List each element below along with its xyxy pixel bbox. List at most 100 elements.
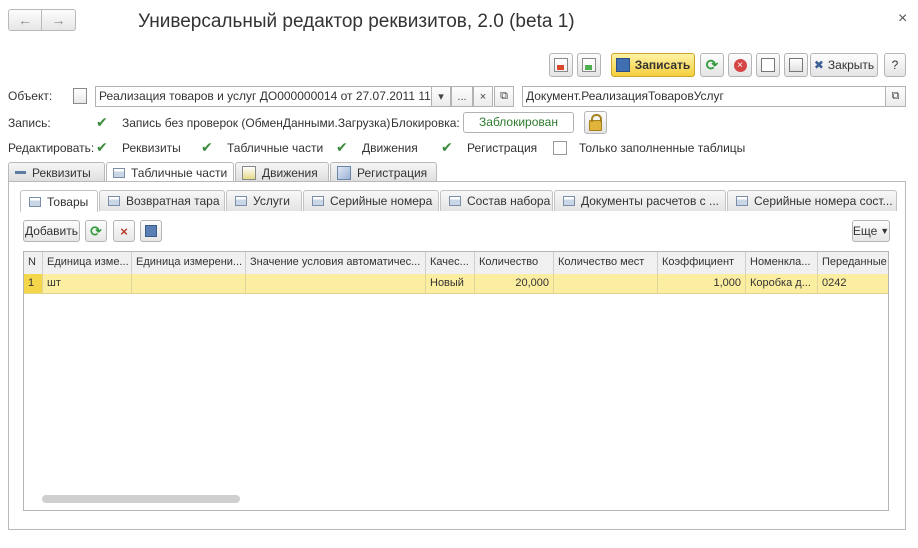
add-row-button[interactable]: Добавить [23,220,80,242]
window-close-icon[interactable]: × [898,10,907,28]
movements-icon [242,165,256,180]
more-button[interactable]: Еще ▼ [852,220,890,242]
document-save-icon [582,58,596,72]
cell-condition-value[interactable] [246,274,426,293]
registration-icon [337,165,351,180]
table-icon [736,196,748,206]
settings-icon [789,58,803,72]
table-icon [563,196,575,206]
edit-tables-label: Табличные части [227,141,324,155]
subtab-serial-numbers[interactable]: Серийные номера [303,190,439,211]
goods-table[interactable]: N Единица изме... Единица измерени... Зн… [23,251,889,511]
tab-requisites[interactable]: Реквизиты [8,162,105,182]
col-coefficient[interactable]: Коэффициент [658,252,746,274]
edit-requisites-checkbox[interactable]: ✔ [96,140,110,154]
cancel-icon: × [733,58,747,72]
table-icon [29,196,41,207]
cell-quantity[interactable]: 20,000 [475,274,554,293]
document-icon [73,88,87,104]
chevron-down-icon: ▾ [438,91,444,103]
window-title: Универсальный редактор реквизитов, 2.0 (… [138,11,575,32]
col-n[interactable]: N [24,252,43,274]
subtab-returnable-packaging[interactable]: Возвратная тара [99,190,225,211]
subtab-services[interactable]: Услуги [226,190,302,211]
object-type-field[interactable]: Документ.РеализацияТоваровУслуг [522,86,886,107]
cell-transferred[interactable]: 0242 [818,274,888,293]
cancel-button[interactable]: × [728,53,752,77]
table-header: N Единица изме... Единица измерени... Зн… [24,252,888,275]
lock-label: Блокировка: [391,116,460,130]
edit-registration-label: Регистрация [467,141,538,155]
close-button[interactable]: ✖ Закрыть [810,53,878,77]
help-button[interactable]: ? [884,53,906,77]
tab-tables[interactable]: Табличные части [106,162,234,183]
refresh-table-button[interactable]: ⟳ [85,220,107,242]
cell-quality[interactable]: Новый [426,274,475,293]
no-checks-checkbox[interactable]: ✔ [96,115,110,129]
cell-coefficient[interactable]: 1,000 [658,274,746,293]
tab-registration[interactable]: Регистрация [330,162,437,182]
chevron-down-icon: ▼ [880,226,890,236]
record-label: Запись: [8,116,51,130]
col-nomenclature[interactable]: Номенкла... [746,252,818,274]
settings-button[interactable] [784,53,808,77]
arrow-left-icon: ← [18,12,32,28]
edit-label: Редактировать: [8,141,95,155]
object-type-open-button[interactable]: ⧉ [885,86,906,107]
cell-unit-measure[interactable] [132,274,246,293]
save-table-button[interactable] [140,220,162,242]
padlock-icon [589,113,602,131]
object-open-button[interactable]: ⧉ [494,86,514,107]
col-transferred[interactable]: Переданные [818,252,888,274]
subtab-kit-composition[interactable]: Состав набора [440,190,553,211]
table-icon [108,196,120,206]
arrow-right-icon: → [51,12,66,28]
load-button[interactable] [549,53,573,77]
cell-unit[interactable]: шт [43,274,132,293]
col-quality[interactable]: Качес... [426,252,475,274]
print-preview-button[interactable] [756,53,780,77]
subtab-goods[interactable]: Товары [20,190,98,212]
save-file-button[interactable] [577,53,601,77]
col-unit[interactable]: Единица изме... [43,252,132,274]
subtab-settlement-documents[interactable]: Документы расчетов с ... [554,190,726,211]
lock-status: Заблокирован [463,112,574,133]
only-filled-label: Только заполненные таблицы [579,141,746,155]
col-places-count[interactable]: Количество мест [554,252,658,274]
open-icon: ⧉ [500,90,508,102]
preview-icon [761,58,775,72]
object-clear-button[interactable]: × [473,86,493,107]
table-row[interactable]: 1 шт Новый 20,000 1,000 Коробка д... 024… [24,274,888,294]
row-number: 1 [24,274,43,293]
lock-button[interactable] [584,111,607,134]
forward-button[interactable]: → [42,9,76,31]
object-dropdown-button[interactable]: ▾ [431,86,451,107]
object-select-button[interactable]: ... [451,86,473,107]
horizontal-scrollbar[interactable] [42,495,240,503]
edit-movements-checkbox[interactable]: ✔ [336,140,350,154]
subtab-serial-numbers-composition[interactable]: Серийные номера сост... [727,190,897,211]
only-filled-checkbox[interactable] [553,141,567,155]
table-icon [449,196,461,206]
edit-requisites-label: Реквизиты [122,141,181,155]
no-checks-label: Запись без проверок (ОбменДанными.Загруз… [122,116,391,130]
write-button[interactable]: Записать [611,53,695,77]
table-icon [312,196,324,206]
edit-tables-checkbox[interactable]: ✔ [201,140,215,154]
refresh-button[interactable]: ⟳ [700,53,724,77]
cell-places-count[interactable] [554,274,658,293]
table-icon [235,196,247,206]
col-condition-value[interactable]: Значение условия автоматичес... [246,252,426,274]
col-quantity[interactable]: Количество [475,252,554,274]
floppy-icon [615,58,630,72]
tab-movements[interactable]: Движения [235,162,329,182]
object-field[interactable]: Реализация товаров и услуг ДО000000014 о… [95,86,432,107]
object-label: Объект: [8,89,53,103]
delete-row-button[interactable]: × [113,220,135,242]
refresh-icon: ⟳ [90,222,102,239]
cell-nomenclature[interactable]: Коробка д... [746,274,818,293]
back-button[interactable]: ← [8,9,42,31]
open-icon: ⧉ [891,90,900,102]
edit-registration-checkbox[interactable]: ✔ [441,140,455,154]
col-unit-measure[interactable]: Единица измерени... [132,252,246,274]
